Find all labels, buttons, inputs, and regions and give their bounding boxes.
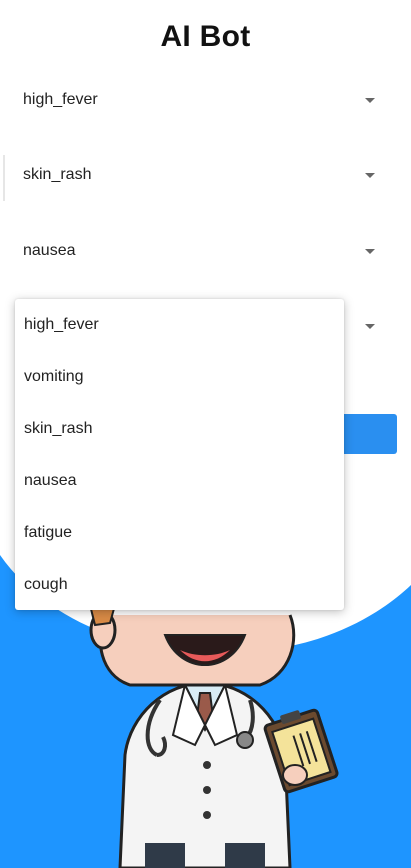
chevron-down-icon: [365, 323, 375, 329]
symptom-select-1-value: high_fever: [23, 91, 98, 108]
symptom-select-2[interactable]: skin_rash: [23, 155, 381, 195]
page-title: AI Bot: [160, 20, 251, 53]
chevron-down-icon: [365, 97, 375, 103]
chevron-down-icon: [365, 172, 375, 178]
dropdown-option-nausea[interactable]: nausea: [15, 455, 344, 507]
chevron-down-icon: [365, 248, 375, 254]
symptom-dropdown-menu: high_fever vomiting skin_rash nausea fat…: [15, 299, 344, 610]
doctor-illustration: [88, 605, 339, 868]
dropdown-option-vomiting[interactable]: vomiting: [15, 351, 344, 403]
symptom-select-2-value: skin_rash: [23, 166, 92, 183]
symptom-select-3[interactable]: nausea: [23, 231, 381, 271]
dropdown-option-high-fever[interactable]: high_fever: [15, 299, 344, 351]
symptom-select-1[interactable]: high_fever: [23, 80, 381, 120]
dropdown-option-skin-rash[interactable]: skin_rash: [15, 403, 344, 455]
dropdown-option-fatigue[interactable]: fatigue: [15, 507, 344, 559]
focus-indicator: [3, 155, 5, 201]
symptom-select-3-value: nausea: [23, 242, 76, 259]
dropdown-option-cough[interactable]: cough: [15, 559, 344, 610]
